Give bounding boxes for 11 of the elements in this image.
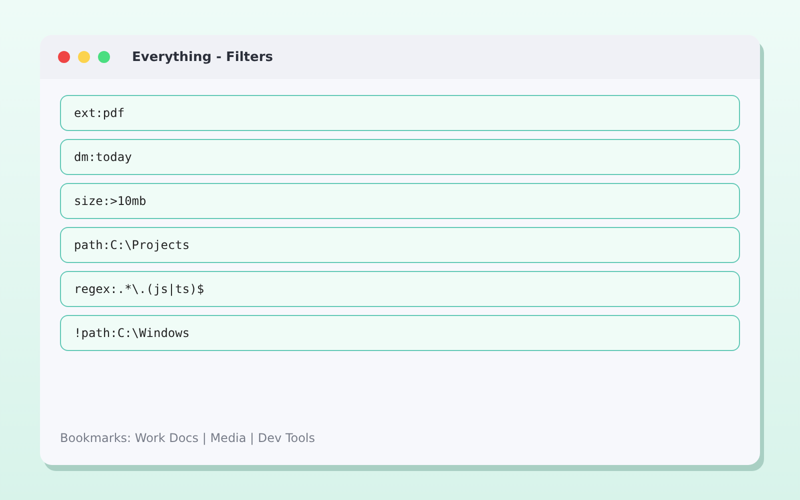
- bookmarks-text: Bookmarks: Work Docs | Media | Dev Tools: [59, 431, 316, 447]
- filter-field[interactable]: path:C:\Projects: [60, 227, 740, 263]
- filter-field[interactable]: !path:C:\Windows: [60, 315, 740, 351]
- filter-field[interactable]: dm:today: [60, 139, 740, 175]
- minimize-button[interactable]: [78, 51, 90, 63]
- maximize-button[interactable]: [98, 51, 110, 63]
- close-button[interactable]: [58, 51, 70, 63]
- filter-field[interactable]: regex:.*\.(js|ts)$: [60, 271, 740, 307]
- filter-field[interactable]: ext:pdf: [60, 95, 740, 131]
- window-title: Everything - Filters: [132, 50, 273, 64]
- filter-field[interactable]: size:>10mb: [60, 183, 740, 219]
